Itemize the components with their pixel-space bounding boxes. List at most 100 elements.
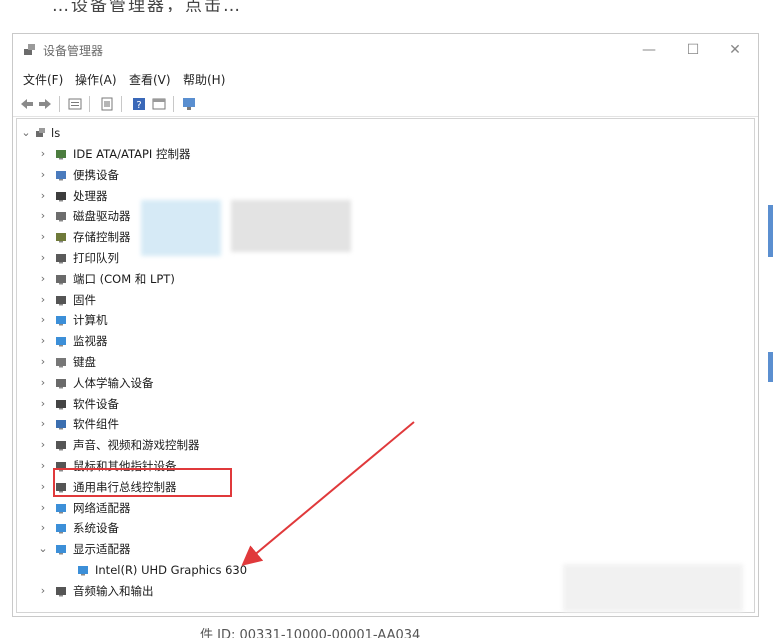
category-label: 人体学输入设备 <box>73 375 154 390</box>
category-label: 显示适配器 <box>73 542 131 557</box>
chevron-right-icon[interactable]: › <box>37 477 49 497</box>
chevron-right-icon[interactable]: › <box>37 165 49 185</box>
system-device-icon <box>56 524 66 534</box>
device-manager-window: 设备管理器 — ☐ ✕ 文件(F) 操作(A) 查看(V) 帮助(H) ? ⌄ … <box>12 33 759 617</box>
toolbar-separator <box>89 96 90 112</box>
forward-icon[interactable] <box>37 96 53 112</box>
processor-icon <box>56 191 66 202</box>
computer-icon <box>56 316 66 326</box>
software-component-icon <box>56 420 66 430</box>
chevron-right-icon[interactable]: › <box>37 206 49 226</box>
category-item[interactable]: › 网络适配器 <box>17 498 754 518</box>
chevron-right-icon[interactable]: › <box>37 269 49 289</box>
chevron-right-icon[interactable]: › <box>37 186 49 206</box>
network-adapter-icon <box>56 503 66 514</box>
minimize-button[interactable]: — <box>627 38 671 62</box>
svg-text:?: ? <box>136 100 141 111</box>
view-icon[interactable] <box>99 96 115 112</box>
category-label: 端口 (COM 和 LPT) <box>73 271 175 286</box>
device-manager-app-icon <box>24 44 35 55</box>
category-label: 声音、视频和游戏控制器 <box>73 438 200 453</box>
category-item[interactable]: › 固件 <box>17 290 754 310</box>
monitor-icon <box>56 337 66 347</box>
category-item[interactable]: › 系统设备 <box>17 518 754 538</box>
page-top-text: …设备管理器，点击… <box>52 0 242 12</box>
category-item[interactable]: › 打印队列 <box>17 248 754 268</box>
chevron-right-icon[interactable]: › <box>37 435 49 455</box>
toolbar: ? <box>13 92 758 117</box>
menu-file[interactable]: 文件(F) <box>23 71 63 88</box>
maximize-button[interactable]: ☐ <box>671 38 715 62</box>
toolbar-separator <box>173 96 174 112</box>
category-item[interactable]: › IDE ATA/ATAPI 控制器 <box>17 144 754 164</box>
category-label: 键盘 <box>73 355 96 369</box>
category-item[interactable]: › 处理器 <box>17 186 754 206</box>
category-label: 磁盘驱动器 <box>73 209 131 224</box>
category-label: 处理器 <box>73 188 108 203</box>
chevron-right-icon[interactable]: › <box>37 581 49 601</box>
chevron-right-icon[interactable]: › <box>37 414 49 434</box>
chevron-right-icon[interactable]: › <box>37 373 49 393</box>
category-label: 计算机 <box>73 313 108 328</box>
properties-icon[interactable] <box>67 96 83 112</box>
category-item[interactable]: › 存储控制器 <box>17 227 754 247</box>
chevron-right-icon[interactable]: › <box>37 248 49 268</box>
category-item[interactable]: › 端口 (COM 和 LPT) <box>17 269 754 289</box>
page-bottom-text: 件 ID: 00331-10000-00001-AA034 <box>200 628 421 638</box>
chevron-down-icon[interactable]: ⌄ <box>20 123 32 143</box>
close-button[interactable]: ✕ <box>713 38 757 62</box>
keyboard-icon <box>56 358 66 368</box>
chevron-right-icon[interactable]: › <box>37 290 49 310</box>
monitor-icon[interactable] <box>181 96 197 112</box>
category-item[interactable]: › 人体学输入设备 <box>17 373 754 393</box>
category-item[interactable]: › 软件组件 <box>17 414 754 434</box>
port-icon <box>56 274 66 285</box>
category-item[interactable]: › 软件设备 <box>17 394 754 414</box>
menu-help[interactable]: 帮助(H) <box>183 71 225 88</box>
category-label: 系统设备 <box>73 521 119 536</box>
redaction-mosaic <box>141 200 221 256</box>
help-icon[interactable]: ? <box>131 96 147 112</box>
tree-root[interactable]: ⌄ ls <box>17 123 754 143</box>
category-label: IDE ATA/ATAPI 控制器 <box>73 147 191 161</box>
chevron-right-icon[interactable]: › <box>37 456 49 476</box>
storage-controller-icon <box>56 233 66 243</box>
software-device-icon <box>56 399 66 410</box>
category-label: 音频输入和输出 <box>73 583 154 598</box>
menu-view[interactable]: 查看(V) <box>129 71 171 88</box>
back-icon[interactable] <box>19 96 35 112</box>
disk-drive-icon <box>56 212 66 222</box>
category-item[interactable]: › 键盘 <box>17 352 754 372</box>
ide-icon <box>56 150 66 160</box>
chevron-right-icon[interactable]: › <box>37 498 49 518</box>
chevron-down-icon[interactable]: ⌄ <box>37 539 49 559</box>
category-item[interactable]: › 磁盘驱动器 <box>17 206 754 226</box>
chevron-right-icon[interactable]: › <box>37 144 49 164</box>
printer-icon <box>56 254 66 264</box>
page-bottom-fragment: 件 ID: 00331-10000-00001-AA034 <box>0 622 773 638</box>
menu-action[interactable]: 操作(A) <box>75 71 117 88</box>
device-tree: ⌄ ls › IDE ATA/ATAPI 控制器 › 便携设备 › 处理器 › 磁盘驱动器 › 存… <box>16 118 755 613</box>
category-label: 监视器 <box>73 334 108 349</box>
category-item[interactable]: ⌄ 显示适配器 <box>17 539 754 559</box>
chevron-right-icon[interactable]: › <box>37 227 49 247</box>
redaction-mosaic <box>563 564 743 612</box>
category-item[interactable]: › 声音、视频和游戏控制器 <box>17 435 754 455</box>
chevron-right-icon[interactable]: › <box>37 352 49 372</box>
chevron-right-icon[interactable]: › <box>37 518 49 538</box>
tree-root-label: ls <box>51 126 61 140</box>
chevron-right-icon[interactable]: › <box>37 331 49 351</box>
category-item[interactable]: › 监视器 <box>17 331 754 351</box>
display-adapter-icon <box>78 566 88 576</box>
chevron-right-icon[interactable]: › <box>37 394 49 414</box>
category-label: 存储控制器 <box>73 230 131 245</box>
toolbar-separator <box>59 96 60 112</box>
audio-io-icon <box>56 586 66 597</box>
toolbar-separator <box>121 96 122 112</box>
page-edge-fragment <box>768 205 773 257</box>
hid-icon <box>56 378 66 389</box>
view2-icon[interactable] <box>151 96 167 112</box>
category-item[interactable]: › 便携设备 <box>17 165 754 185</box>
chevron-right-icon[interactable]: › <box>37 310 49 330</box>
category-item[interactable]: › 计算机 <box>17 310 754 330</box>
